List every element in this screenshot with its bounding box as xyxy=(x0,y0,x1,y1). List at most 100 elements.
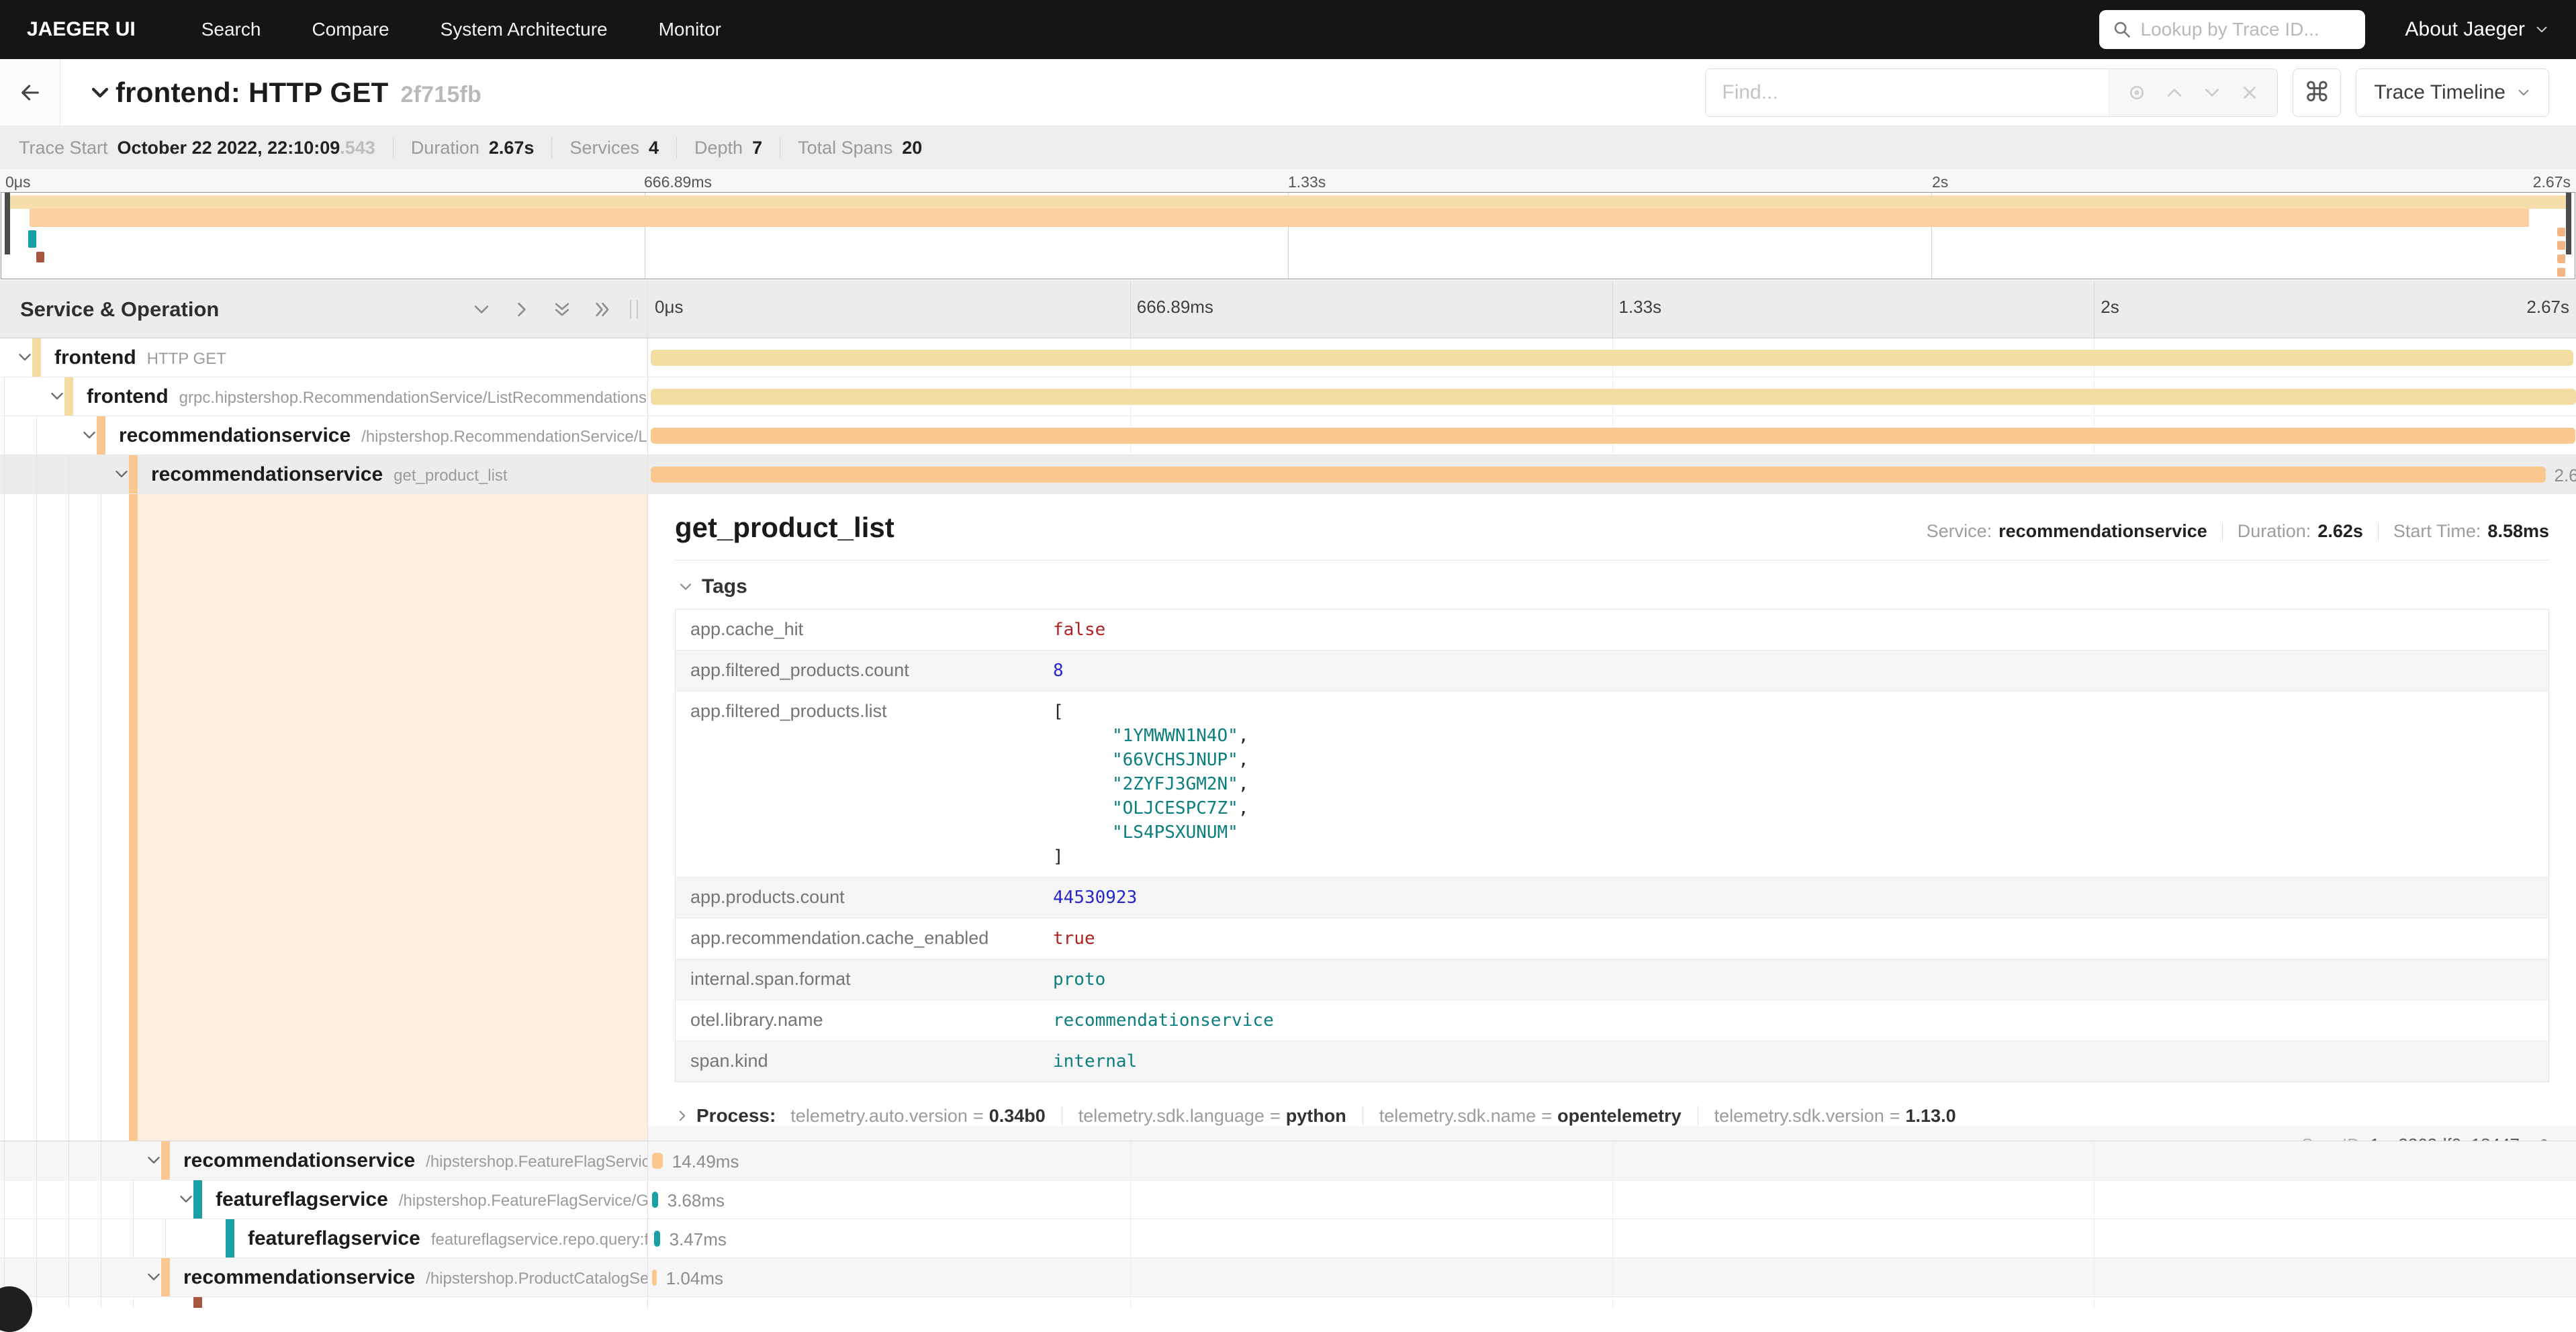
minimap-canvas[interactable] xyxy=(1,192,2575,279)
tag-row[interactable]: app.filtered_products.list["1YMWWN1N4O",… xyxy=(676,691,2548,877)
span-collapse-chevron[interactable] xyxy=(113,465,130,486)
tags-accordion-toggle[interactable]: Tags xyxy=(678,575,2549,598)
indent-guide xyxy=(36,1258,37,1296)
span-service-name[interactable]: frontendHTTP GET xyxy=(54,346,226,369)
span-duration-bar[interactable] xyxy=(651,428,2575,444)
span-collapse-chevron[interactable] xyxy=(145,1268,163,1289)
minimap-right-scrubber[interactable] xyxy=(2566,193,2571,254)
find-suffix-buttons xyxy=(2109,69,2277,116)
span-timeline-cell[interactable]: 3.68ms xyxy=(648,1180,2576,1219)
trace-view-selector[interactable]: Trace Timeline xyxy=(2356,68,2549,117)
span-service-name[interactable]: frontendgrpc.hipstershop.RecommendationS… xyxy=(87,385,647,408)
span-timeline-cell[interactable]: 2.62s xyxy=(648,455,2576,493)
span-collapse-chevron[interactable] xyxy=(177,1190,195,1211)
tag-row[interactable]: app.products.count44530923 xyxy=(676,877,2548,918)
span-timeline-cell[interactable] xyxy=(648,338,2576,377)
span-row[interactable]: recommendationservice/hipstershop.Featur… xyxy=(0,1141,2576,1180)
meta-value: 2.67s xyxy=(489,138,535,158)
find-prev-icon[interactable] xyxy=(2164,83,2184,103)
find-input[interactable] xyxy=(1706,69,2109,116)
indent-guide xyxy=(36,455,37,493)
process-row[interactable]: Process: telemetry.auto.version=0.34b0te… xyxy=(675,1105,2549,1127)
tag-row[interactable]: otel.library.namerecommendationservice xyxy=(676,1000,2548,1041)
span-row[interactable]: frontendgrpc.hipstershop.RecommendationS… xyxy=(0,377,2576,416)
minimap-left-scrubber[interactable] xyxy=(5,193,10,254)
column-resizer[interactable] xyxy=(630,300,638,319)
span-duration-bar[interactable] xyxy=(652,1192,658,1208)
span-collapse-chevron[interactable] xyxy=(81,426,98,447)
span-duration-bar[interactable] xyxy=(651,350,2573,366)
span-timeline-cell[interactable]: 3.47ms xyxy=(648,1219,2576,1257)
span-timeline-cell[interactable] xyxy=(648,1297,2576,1308)
minimap-tick-label: 2s xyxy=(1932,173,1948,191)
nav-item-system-architecture[interactable]: System Architecture xyxy=(415,19,633,40)
clear-find-icon[interactable] xyxy=(2240,83,2260,103)
span-service-name[interactable]: featureflagservice/hipstershop.FeatureFl… xyxy=(216,1188,648,1211)
span-timeline-cell[interactable]: 1.04ms xyxy=(648,1258,2576,1296)
span-service-name[interactable]: recommendationservice/hipstershop.Produc… xyxy=(183,1266,648,1289)
about-jaeger-menu[interactable]: About Jaeger xyxy=(2405,18,2549,41)
nav-item-compare[interactable]: Compare xyxy=(286,19,414,40)
back-button[interactable] xyxy=(0,59,60,126)
span-row[interactable]: recommendationserviceget_product_list 2.6… xyxy=(0,455,2576,494)
tag-key: app.recommendation.cache_enabled xyxy=(690,926,1053,949)
span-row[interactable]: featureflagservice/hipstershop.FeatureFl… xyxy=(0,1180,2576,1219)
expand-one-icon[interactable] xyxy=(512,299,532,320)
span-duration-bar[interactable] xyxy=(652,1153,663,1169)
chevron-down-icon xyxy=(2516,85,2531,100)
tag-row[interactable]: span.kindinternal xyxy=(676,1041,2548,1082)
span-timeline-cell[interactable]: 14.49ms xyxy=(648,1141,2576,1180)
span-row[interactable]: frontendHTTP GET xyxy=(0,338,2576,377)
find-next-icon[interactable] xyxy=(2202,83,2222,103)
collapse-one-icon[interactable] xyxy=(471,299,492,320)
span-duration-bar[interactable] xyxy=(652,1270,657,1286)
nav-item-monitor[interactable]: Monitor xyxy=(633,19,747,40)
trace-minimap: 0μs666.89ms1.33s2s2.67s xyxy=(0,169,2576,281)
indent-guide xyxy=(133,1297,134,1308)
span-duration-bar[interactable] xyxy=(651,467,2546,483)
span-timeline-cell[interactable] xyxy=(648,416,2576,455)
span-row[interactable] xyxy=(0,1297,2576,1308)
span-service-name[interactable]: recommendationservice/hipstershop.Featur… xyxy=(183,1149,648,1172)
tag-row[interactable]: app.filtered_products.count8 xyxy=(676,650,2548,691)
keyboard-shortcuts-button[interactable]: ⌘ xyxy=(2293,68,2341,117)
collapse-trace-chevron[interactable] xyxy=(89,81,111,104)
span-tree-cell xyxy=(0,1297,648,1308)
span-collapse-chevron[interactable] xyxy=(16,348,34,369)
span-service-name[interactable]: featureflagservicefeatureflagservice.rep… xyxy=(248,1227,648,1250)
span-collapse-chevron[interactable] xyxy=(145,1151,163,1172)
arrow-left-icon xyxy=(19,81,42,104)
focus-target-icon[interactable] xyxy=(2127,83,2147,103)
nav-item-search[interactable]: Search xyxy=(176,19,287,40)
chevron-down-icon xyxy=(145,1268,163,1286)
tag-row[interactable]: app.recommendation.cache_enabledtrue xyxy=(676,918,2548,959)
chevron-down-icon xyxy=(89,81,111,104)
span-detail-left-gutter xyxy=(0,494,648,1141)
chevron-down-icon xyxy=(16,348,34,366)
trace-header: frontend: HTTP GET 2f715fb ⌘ Trace Timel… xyxy=(0,59,2576,126)
span-row[interactable]: featureflagservicefeatureflagservice.rep… xyxy=(0,1219,2576,1258)
span-service-name[interactable]: recommendationservice/hipstershop.Recomm… xyxy=(119,424,648,447)
process-tag-value: 1.13.0 xyxy=(1906,1106,1956,1127)
span-duration-bar[interactable] xyxy=(654,1231,660,1247)
process-tag: telemetry.sdk.version=1.13.0 xyxy=(1714,1106,1956,1127)
span-collapse-chevron[interactable] xyxy=(48,387,66,408)
expand-all-icon[interactable] xyxy=(592,299,612,320)
collapse-all-icon[interactable] xyxy=(552,299,572,320)
span-duration-bar[interactable] xyxy=(651,389,2576,405)
tag-row[interactable]: internal.span.formatproto xyxy=(676,959,2548,1000)
span-row[interactable]: recommendationservice/hipstershop.Produc… xyxy=(0,1258,2576,1297)
span-row[interactable]: recommendationservice/hipstershop.Recomm… xyxy=(0,416,2576,455)
tree-header: Service & Operation xyxy=(0,281,648,338)
process-tag: telemetry.sdk.name=opentelemetry xyxy=(1379,1106,1682,1127)
tag-key: span.kind xyxy=(690,1049,1053,1072)
deep-link-icon[interactable] xyxy=(2532,1137,2549,1141)
timeline-gridline xyxy=(1130,1180,1131,1219)
trace-id-lookup-input[interactable] xyxy=(2099,10,2365,49)
span-timeline-cell[interactable] xyxy=(648,377,2576,416)
tag-row[interactable]: app.cache_hitfalse xyxy=(676,610,2548,650)
span-service-name[interactable]: recommendationserviceget_product_list xyxy=(151,463,508,486)
indent-guide xyxy=(133,1180,134,1219)
service-color-bar xyxy=(129,494,138,1141)
app-brand[interactable]: JAEGER UI xyxy=(27,18,136,41)
